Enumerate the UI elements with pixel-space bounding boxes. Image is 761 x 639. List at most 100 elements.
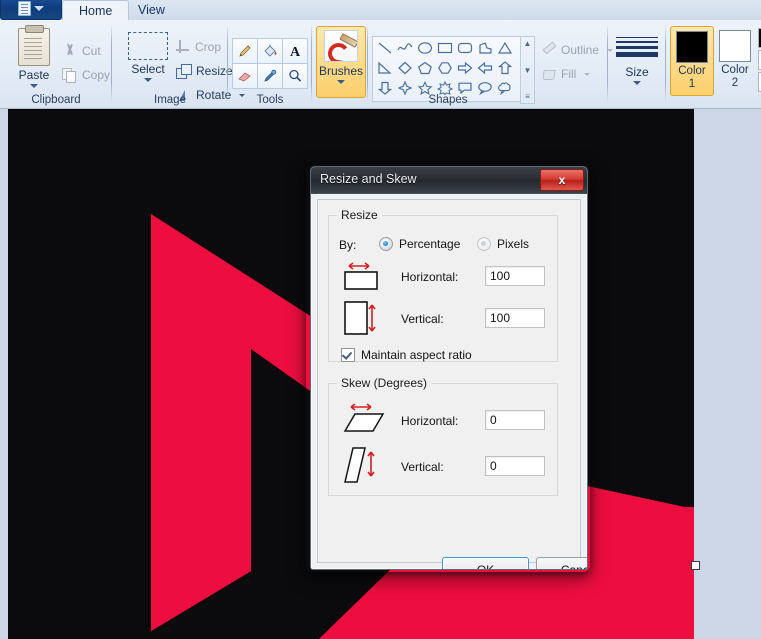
maintain-aspect-ratio-checkbox[interactable] [341, 348, 355, 362]
pixels-label[interactable]: Pixels [497, 237, 529, 251]
group-label-clipboard: Clipboard [31, 94, 81, 106]
magnifier-icon[interactable] [282, 63, 308, 89]
chevron-down-icon[interactable] [337, 80, 345, 84]
color-1-button[interactable]: Color 1 [670, 26, 714, 96]
shape-triangle[interactable] [497, 41, 513, 55]
text-icon[interactable]: A [282, 38, 308, 64]
shape-five-point-star[interactable] [417, 81, 433, 95]
crop-label: Crop [195, 40, 222, 54]
shape-polygon[interactable] [477, 41, 493, 55]
brushes-button[interactable]: Brushes [316, 26, 366, 98]
shape-left-arrow[interactable] [477, 61, 493, 75]
pen-icon [542, 43, 556, 57]
resize-horizontal-input[interactable] [485, 266, 545, 286]
skew-vertical-icon [344, 447, 375, 483]
marquee-icon [128, 32, 168, 60]
brushes-label: Brushes [318, 64, 364, 78]
shape-cloud-callout[interactable] [497, 81, 513, 95]
group-label-shapes: Shapes [428, 94, 468, 106]
title-strip: Home View [0, 0, 761, 21]
radio-percentage[interactable] [379, 237, 393, 251]
skew-section: Skew (Degrees) Horizontal: 0 Vertical: 0 [328, 376, 558, 496]
copy-button[interactable]: Copy [62, 64, 110, 86]
clipboard-icon [18, 25, 50, 66]
ribbon-group-clipboard: Paste Cut Copy Clipboard [0, 20, 112, 108]
ok-button[interactable]: OK [442, 557, 529, 569]
chevron-down-icon[interactable] [584, 72, 591, 76]
shape-hexagon[interactable] [437, 61, 453, 75]
color-1-index: 1 [688, 78, 696, 90]
cancel-button[interactable]: Cancel [536, 557, 587, 569]
shape-right-arrow[interactable] [457, 61, 473, 75]
select-button[interactable]: Select [120, 28, 176, 94]
quick-access-toolbar[interactable] [0, 0, 62, 20]
scroll-down-icon[interactable]: ▼ [524, 66, 532, 75]
shape-up-arrow[interactable] [497, 61, 513, 75]
copy-icon [62, 67, 77, 83]
shape-oval[interactable] [417, 41, 433, 55]
chevron-down-icon[interactable] [34, 5, 44, 11]
scroll-up-icon[interactable]: ▲ [524, 39, 532, 48]
select-label: Select [131, 62, 165, 76]
canvas-resize-handle[interactable] [691, 561, 700, 570]
chevron-down-icon[interactable] [633, 81, 641, 85]
group-label-tools: Tools [256, 94, 284, 106]
color-2-label: Color [721, 64, 749, 76]
resize-button[interactable]: Resize [176, 60, 233, 82]
chevron-down-icon[interactable] [144, 78, 152, 82]
scissors-icon [62, 44, 77, 59]
shape-down-arrow[interactable] [377, 81, 393, 95]
tab-home[interactable]: Home [62, 0, 130, 21]
paste-button[interactable]: Paste [6, 25, 62, 94]
resize-legend: Resize [341, 208, 378, 222]
skew-horizontal-input[interactable] [485, 410, 545, 430]
size-button[interactable]: Size [613, 30, 661, 96]
color-1-label: Color [678, 65, 706, 77]
resize-vertical-icon [344, 301, 376, 335]
shape-oval-callout[interactable] [477, 81, 493, 95]
ribbon-group-image: Select Crop Resize Rotate Image [112, 20, 246, 108]
brush-icon [324, 30, 358, 62]
resize-vertical-input[interactable] [485, 308, 545, 328]
document-icon[interactable] [18, 0, 31, 16]
shape-line[interactable] [377, 41, 393, 55]
eyedropper-icon[interactable] [257, 63, 283, 89]
dialog-title-bar[interactable]: Resize and Skew x [311, 167, 587, 194]
percentage-label[interactable]: Percentage [399, 237, 460, 251]
paste-label: Paste [18, 68, 50, 82]
skew-vertical-input[interactable] [485, 456, 545, 476]
bucket-icon [542, 67, 556, 81]
shape-rounded-rectangle[interactable] [457, 41, 473, 55]
shapes-gallery[interactable] [372, 36, 526, 102]
tab-view[interactable]: View [122, 0, 181, 20]
shape-rounded-callout[interactable] [457, 81, 473, 95]
outline-button[interactable]: Outline [542, 40, 614, 60]
color-1-swatch[interactable] [676, 31, 708, 63]
fill-button[interactable]: Fill [542, 64, 591, 84]
cut-button[interactable]: Cut [62, 40, 101, 62]
ribbon-group-shapes: ▲ ▼ ≡ Outline Fill Shapes [368, 20, 614, 108]
shape-rectangle[interactable] [437, 41, 453, 55]
paint-bucket-icon[interactable] [257, 38, 283, 64]
chevron-down-icon[interactable] [30, 84, 38, 88]
radio-pixels[interactable] [477, 237, 491, 251]
eraser-icon[interactable] [232, 63, 258, 89]
shape-four-point-star[interactable] [397, 81, 413, 95]
shape-curve[interactable] [397, 41, 413, 55]
shape-pentagon[interactable] [417, 61, 433, 75]
tools-grid: A [232, 38, 308, 89]
color-2-swatch[interactable] [719, 30, 751, 62]
shape-diamond[interactable] [397, 61, 413, 75]
color-2-button[interactable]: Color 2 [714, 26, 756, 94]
resize-and-skew-dialog: Resize and Skew x Resize By: Percentage … [310, 166, 588, 570]
maintain-aspect-ratio-label[interactable]: Maintain aspect ratio [361, 348, 472, 362]
ribbon-group-tools: A Tools [228, 20, 312, 108]
crop-icon [176, 40, 190, 54]
resize-section: Resize By: Percentage Pixels Horizontal:… [328, 208, 558, 362]
shape-right-triangle[interactable] [377, 61, 393, 75]
skew-vertical-label: Vertical: [401, 460, 444, 474]
close-icon[interactable]: x [540, 169, 584, 191]
shape-six-point-star[interactable] [437, 81, 453, 95]
pencil-icon[interactable] [232, 38, 258, 64]
crop-button[interactable]: Crop [176, 36, 221, 58]
